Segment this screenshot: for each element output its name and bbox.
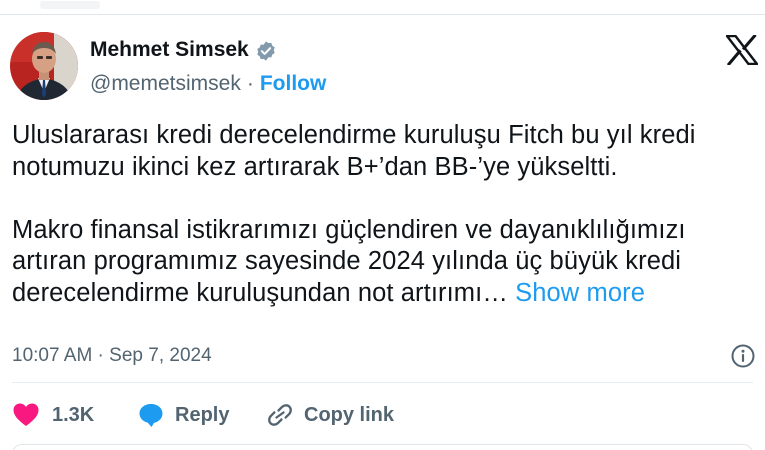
reply-label: Reply [175,403,230,426]
next-card-edge [12,444,753,450]
reply-button[interactable]: Reply [137,400,229,430]
like-button[interactable]: 1.3K [12,400,94,430]
like-count: 1.3K [52,403,95,426]
avatar-image [10,32,78,100]
divider [12,382,753,383]
info-icon[interactable] [730,343,756,369]
tweet-timestamp[interactable]: 10:07 AM · Sep 7, 2024 [12,345,212,367]
follow-button[interactable]: Follow [260,72,327,95]
tweet-embed: Mehmet Simsek @memetsimsek · Follow Ulusla… [0,0,765,450]
author-handle[interactable]: @memetsimsek [90,72,241,95]
tweet-paragraph: Uluslararası kredi derecelendirme kurulu… [12,121,696,181]
author-name[interactable]: Mehmet Simsek [90,38,249,62]
link-icon [268,404,292,426]
handle-row: @memetsimsek · Follow [90,72,326,96]
x-logo-icon[interactable] [726,35,758,65]
copy-link-button[interactable]: Copy link [266,400,394,430]
show-more-link[interactable]: Show more [515,279,645,307]
verified-badge-icon [257,41,275,61]
top-divider [0,1,765,15]
reply-bubble-icon [139,404,163,427]
separator-dot: · [246,72,254,95]
tweet-text: Uluslararası kredi derecelendirme kurulu… [12,120,760,309]
copy-link-label: Copy link [304,403,395,426]
avatar[interactable] [10,32,78,100]
heart-icon [13,403,39,426]
tweet-paragraph-2: Makro finansal istikrarımızı güçlendiren… [12,215,760,310]
